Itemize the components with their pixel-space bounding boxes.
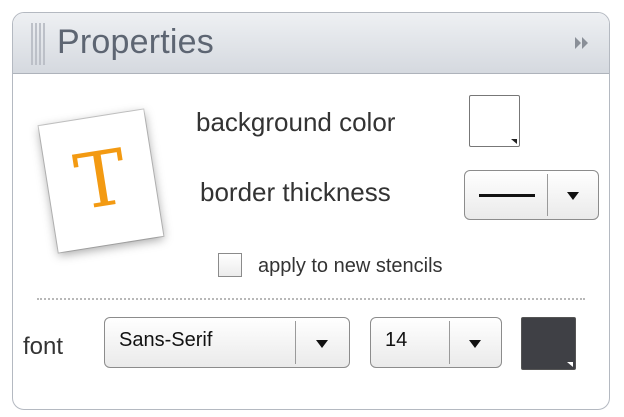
dropdown-corner-icon xyxy=(567,362,573,367)
font-size-dropdown[interactable]: 14 xyxy=(370,317,502,368)
panel-header: Properties xyxy=(13,13,609,74)
section-divider xyxy=(37,298,585,300)
chevron-down-icon xyxy=(469,339,481,348)
apply-to-new-stencils-checkbox[interactable] xyxy=(218,253,242,277)
panel-title: Properties xyxy=(57,23,214,61)
text-tool-glyph: T xyxy=(68,131,133,228)
font-family-value: Sans-Serif xyxy=(119,329,213,351)
border-thickness-label: border thickness xyxy=(200,177,391,207)
font-size-value: 14 xyxy=(385,329,408,351)
background-color-label: background color xyxy=(196,107,396,137)
double-chevron-right-icon[interactable] xyxy=(571,31,595,55)
drag-grip-icon[interactable] xyxy=(31,23,45,65)
apply-to-new-stencils-label: apply to new stencils xyxy=(258,255,443,277)
chevron-down-icon xyxy=(567,192,579,200)
dropdown-corner-icon xyxy=(511,139,517,144)
properties-panel: Properties T background color border thi… xyxy=(12,12,610,410)
border-thickness-dropdown[interactable] xyxy=(464,170,599,220)
font-color-swatch[interactable] xyxy=(521,317,576,370)
background-color-swatch[interactable] xyxy=(469,95,520,147)
font-label: font xyxy=(23,333,64,360)
text-tool-icon: T xyxy=(38,109,164,253)
font-family-dropdown[interactable]: Sans-Serif xyxy=(104,317,350,368)
chevron-down-icon xyxy=(316,339,328,348)
line-thickness-icon xyxy=(479,194,535,197)
